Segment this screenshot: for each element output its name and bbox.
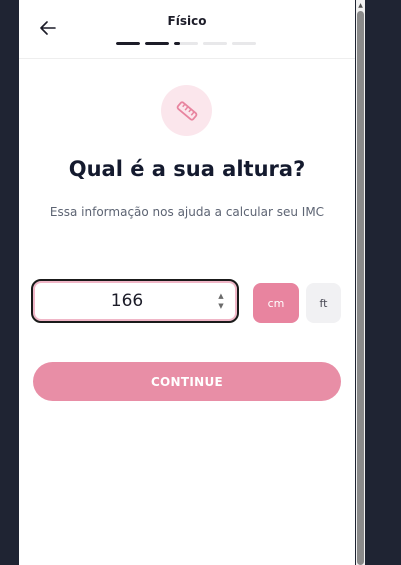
progress-segment bbox=[116, 42, 140, 45]
scrollbar[interactable]: ▲ bbox=[356, 0, 365, 565]
unit-cm-button[interactable]: cm bbox=[253, 283, 299, 323]
progress-segment bbox=[145, 42, 169, 45]
progress-segment-fill bbox=[116, 42, 140, 45]
page-title: Físico bbox=[167, 14, 207, 28]
number-spinner[interactable]: ▲ ▼ bbox=[217, 292, 225, 310]
scroll-up-icon[interactable]: ▲ bbox=[356, 0, 365, 10]
progress-segment bbox=[174, 42, 198, 45]
header: Físico bbox=[19, 0, 355, 59]
progress-segment bbox=[203, 42, 227, 45]
height-input-container: ▲ ▼ bbox=[31, 279, 239, 323]
spinner-up-icon[interactable]: ▲ bbox=[218, 292, 223, 300]
height-input[interactable] bbox=[37, 285, 217, 317]
continue-button[interactable]: CONTINUE bbox=[33, 362, 341, 401]
ruler-icon bbox=[176, 100, 197, 121]
scrollbar-thumb[interactable] bbox=[357, 11, 364, 565]
question-title: Qual é a sua altura? bbox=[68, 157, 306, 181]
progress-segment-fill bbox=[174, 42, 180, 45]
progress-segment-fill bbox=[145, 42, 169, 45]
progress-indicator bbox=[116, 42, 256, 45]
app-screen: Físico Qual é a sua altura? Essa informa… bbox=[19, 0, 355, 565]
unit-ft-button[interactable]: ft bbox=[306, 283, 341, 323]
ruler-icon-badge bbox=[161, 85, 212, 136]
progress-segment bbox=[232, 42, 256, 45]
spinner-down-icon[interactable]: ▼ bbox=[218, 302, 223, 310]
question-subtitle: Essa informação nos ajuda a calcular seu… bbox=[49, 205, 325, 219]
